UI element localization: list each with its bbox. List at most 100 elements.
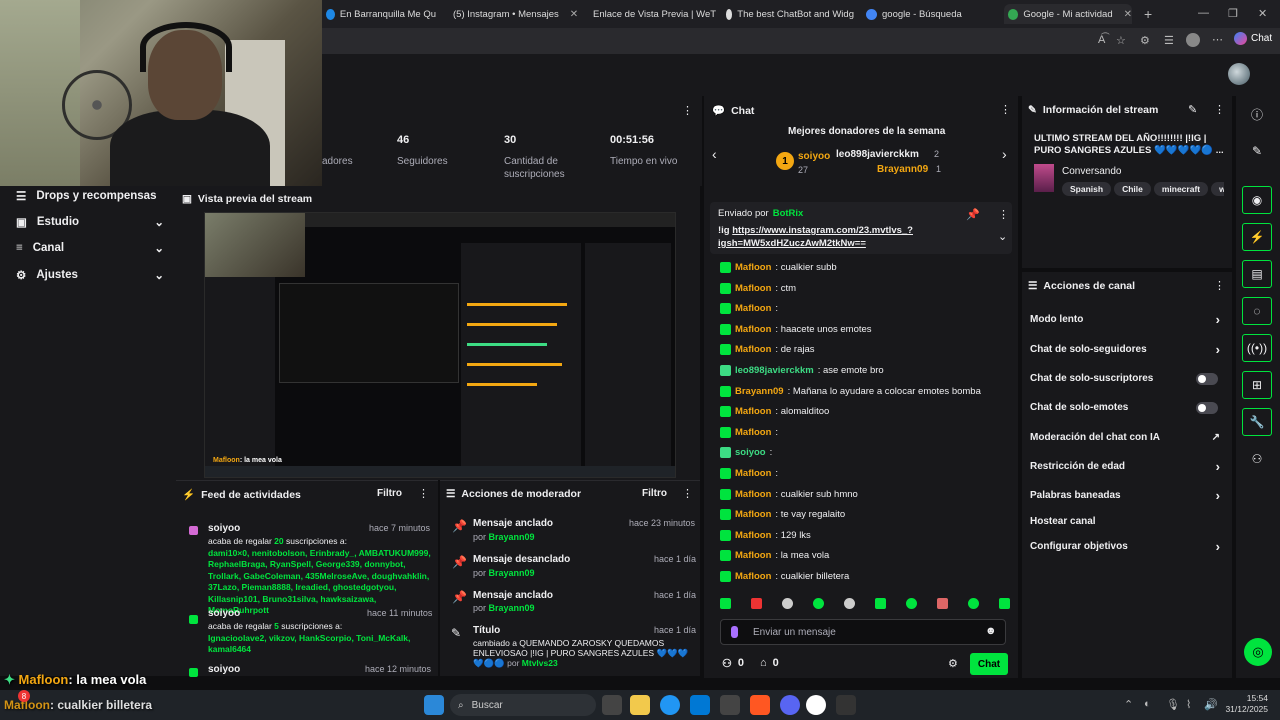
more-options-icon[interactable]: ⋮ — [1000, 103, 1011, 116]
chevron-right-icon[interactable]: › — [1002, 146, 1007, 162]
nav-item-canal[interactable]: ≡ Canal ⌄ — [16, 242, 164, 255]
emote-icon[interactable] — [844, 598, 855, 609]
extensions-icon[interactable]: ⚙ — [1140, 34, 1150, 47]
profile-avatar[interactable] — [1186, 33, 1200, 47]
emote-icon[interactable] — [751, 598, 762, 609]
microphone-icon[interactable]: 🎙 — [1166, 698, 1180, 711]
wrench-icon[interactable]: 🔧 — [1242, 408, 1272, 436]
brave-icon[interactable] — [750, 695, 770, 715]
taskbar-search[interactable]: ⌕ Buscar — [450, 694, 596, 716]
tag[interactable]: minecraft — [1153, 182, 1209, 196]
chat-username[interactable]: Mafloon — [735, 427, 771, 438]
browser-tab[interactable]: Enlace de Vista Previa | WeT — [588, 4, 716, 24]
channel-action-item[interactable]: Hostear canal — [1030, 516, 1226, 527]
camera-icon[interactable]: ◉ — [1242, 186, 1272, 214]
broadcast-icon[interactable]: ((•)) — [1242, 334, 1272, 362]
wifi-icon[interactable]: ⌇ — [1186, 698, 1191, 711]
support-chat-icon[interactable]: ◎ — [1244, 638, 1272, 666]
close-tab-icon[interactable]: ✕ — [570, 9, 578, 20]
tag[interactable]: weed — [1211, 182, 1224, 196]
gift-icon[interactable]: ⌂ — [760, 657, 767, 670]
chevron-left-icon[interactable]: ‹ — [712, 146, 717, 162]
browser-tab[interactable]: google - Búsqueda — [866, 4, 986, 24]
copilot-chat-button[interactable]: Chat — [1234, 32, 1272, 45]
emote-icon[interactable] — [968, 598, 979, 609]
close-window-icon[interactable]: ✕ — [1258, 7, 1267, 20]
chat-input[interactable]: Enviar un mensaje ☻ — [720, 619, 1006, 645]
file-explorer-icon[interactable] — [630, 695, 650, 715]
edge-icon[interactable] — [660, 695, 680, 715]
chat-username[interactable]: Mafloon — [735, 550, 771, 561]
emote-icon[interactable] — [813, 598, 824, 609]
close-tab-icon[interactable]: ✕ — [1124, 9, 1132, 20]
minimize-icon[interactable]: — — [1198, 7, 1209, 19]
chat-username[interactable]: Brayann09 — [735, 386, 784, 397]
category-name[interactable]: Conversando — [1062, 166, 1121, 177]
browser-tab[interactable]: (5) Instagram • Mensajes ✕ — [448, 4, 578, 24]
favorites-icon[interactable]: ☰ — [1164, 34, 1174, 47]
nav-item-drops[interactable]: ☰ Drops y recompensas — [16, 189, 164, 203]
chat-bubble-icon[interactable]: ◌ — [1242, 297, 1272, 325]
tag[interactable]: Chile — [1114, 182, 1151, 196]
toggle-switch[interactable] — [1196, 401, 1218, 414]
chat-username[interactable]: Mafloon — [735, 283, 771, 294]
user-avatar[interactable] — [1228, 63, 1250, 85]
emote-icon[interactable] — [937, 598, 948, 609]
chat-username[interactable]: Mafloon — [735, 344, 771, 355]
browser-tab[interactable]: En Barranquilla Me Qu — [326, 4, 436, 24]
more-options-icon[interactable]: ⋮ — [1214, 279, 1225, 292]
more-options-icon[interactable]: ⋮ — [418, 487, 429, 500]
more-options-icon[interactable]: ⋮ — [1214, 103, 1225, 116]
channel-action-item[interactable]: Chat de solo-seguidores › — [1030, 342, 1226, 357]
pinned-link[interactable]: https://www.instagram.com/23.mvtlvs_?igs… — [718, 225, 913, 249]
tag[interactable]: Spanish — [1062, 182, 1112, 196]
new-tab-button[interactable]: + — [1144, 6, 1152, 22]
emote-icon[interactable] — [906, 598, 917, 609]
pencil-icon[interactable]: ✎ — [1242, 137, 1272, 165]
chat-username[interactable]: Mafloon — [735, 262, 771, 273]
info-icon[interactable]: ⓘ — [1242, 100, 1272, 128]
edit-icon[interactable]: ✎ — [1188, 103, 1197, 116]
volume-icon[interactable]: 🔊 — [1204, 698, 1218, 711]
taskbar-clock[interactable]: 15:54 31/12/2025 — [1224, 693, 1268, 715]
send-chat-button[interactable]: Chat — [970, 653, 1008, 675]
document-icon[interactable]: ▤ — [1242, 260, 1272, 288]
nav-item-estudio[interactable]: ▣ Estudio ⌄ — [16, 215, 164, 229]
channel-action-item[interactable]: Moderación del chat con IA ↗ — [1030, 432, 1226, 443]
layout-icon[interactable]: ⊞ — [1242, 371, 1272, 399]
more-options-icon[interactable]: ⋮ — [682, 104, 693, 117]
browser-tab[interactable]: The best ChatBot and Widg — [726, 4, 854, 24]
filter-button[interactable]: Filtro — [642, 488, 667, 499]
emote-icon[interactable] — [782, 598, 793, 609]
settings-icon[interactable]: ⚙ — [948, 657, 958, 670]
chat-username[interactable]: Mafloon — [735, 530, 771, 541]
pinned-message[interactable]: Enviado por BotRix 📌 ⋮ !ig https://www.in… — [710, 202, 1012, 254]
lightning-icon[interactable]: ⚡ — [1242, 223, 1272, 251]
task-view-icon[interactable] — [602, 695, 622, 715]
more-options-icon[interactable]: ⋮ — [682, 487, 693, 500]
stream-preview-video[interactable]: Mafloon: la mea vola — [204, 212, 676, 478]
channel-action-item[interactable]: Modo lento › — [1030, 312, 1226, 327]
channel-action-item[interactable]: Chat de solo-suscriptores — [1030, 372, 1226, 385]
filter-button[interactable]: Filtro — [377, 488, 402, 499]
tray-chevron-icon[interactable]: ⌃ — [1124, 698, 1133, 711]
chat-username[interactable]: Mafloon — [735, 571, 771, 582]
more-options-icon[interactable]: ⋮ — [998, 208, 1009, 221]
browser-tab-active[interactable]: Google - Mi actividad ✕ — [1004, 4, 1132, 24]
store-icon[interactable] — [690, 695, 710, 715]
obs-icon[interactable] — [806, 695, 826, 715]
chat-username[interactable]: Mafloon — [735, 468, 771, 479]
channel-action-item[interactable]: Restricción de edad › — [1030, 459, 1226, 474]
discord-icon[interactable] — [780, 695, 800, 715]
star-icon[interactable]: ☆ — [1116, 34, 1126, 47]
epic-games-icon[interactable] — [836, 695, 856, 715]
channel-action-item[interactable]: Configurar objetivos › — [1030, 539, 1226, 554]
nav-item-ajustes[interactable]: ⚙ Ajustes ⌄ — [16, 268, 164, 282]
pin-icon[interactable]: 📌 — [966, 208, 980, 221]
tray-icon[interactable]: ◐ — [1144, 698, 1151, 710]
chat-username[interactable]: Mafloon — [735, 509, 771, 520]
read-aloud-icon[interactable]: A͡ — [1098, 34, 1105, 46]
app-icon[interactable] — [720, 695, 740, 715]
chevron-down-icon[interactable]: ⌄ — [998, 230, 1007, 243]
chat-username[interactable]: Mafloon — [735, 406, 771, 417]
